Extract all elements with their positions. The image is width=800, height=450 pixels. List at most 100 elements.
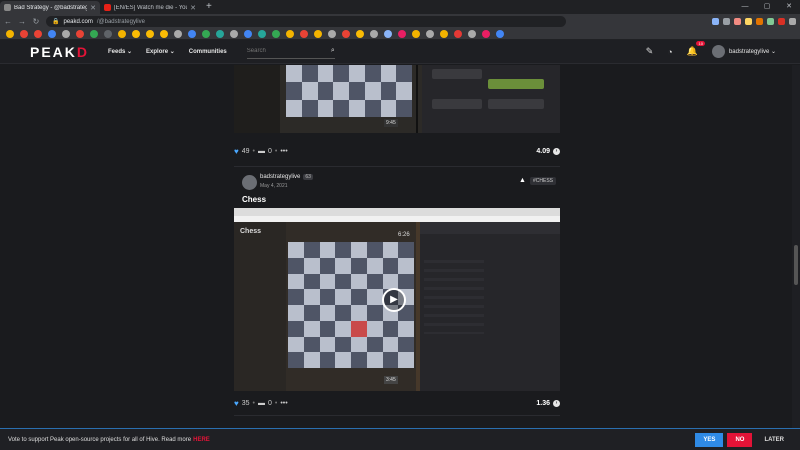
bookmark-icon[interactable]: [62, 30, 70, 38]
search-input[interactable]: [246, 48, 323, 54]
post-title[interactable]: Chess: [242, 195, 266, 204]
no-button[interactable]: NO: [727, 432, 753, 447]
panel-tabs: [420, 222, 560, 234]
close-window-button[interactable]: ✕: [778, 0, 800, 14]
comment-icon[interactable]: ▬: [258, 148, 265, 155]
extension-icon[interactable]: [734, 18, 741, 25]
search-icon[interactable]: ⌕: [331, 47, 335, 55]
bookmark-icon[interactable]: [286, 30, 294, 38]
bookmark-icon[interactable]: [188, 30, 196, 38]
bookmark-icon[interactable]: [34, 30, 42, 38]
separator: •: [274, 399, 278, 407]
bookmark-icon[interactable]: [300, 30, 308, 38]
payout[interactable]: 1.36 ›: [536, 399, 560, 407]
more-options-icon[interactable]: •••: [280, 400, 287, 407]
username: badstrategylive ⌄: [728, 49, 776, 55]
vote-count[interactable]: 49: [242, 148, 250, 155]
later-button[interactable]: LATER: [756, 433, 792, 447]
heart-icon[interactable]: ♥: [234, 147, 239, 156]
bookmark-icon[interactable]: [398, 30, 406, 38]
extension-icon[interactable]: [712, 18, 719, 25]
bookmark-icon[interactable]: [48, 30, 56, 38]
url-input[interactable]: 🔒 peakd.com/@badstrategylive: [46, 16, 566, 27]
bookmark-icon[interactable]: [496, 30, 504, 38]
bookmark-icon[interactable]: [216, 30, 224, 38]
bookmark-icon[interactable]: [132, 30, 140, 38]
profile-icon[interactable]: [789, 18, 796, 25]
nav-explore[interactable]: Explore ⌄: [146, 48, 175, 55]
post-tag[interactable]: #CHESS: [530, 177, 557, 185]
bookmark-icon[interactable]: [328, 30, 336, 38]
bookmark-icon[interactable]: [104, 30, 112, 38]
play-icon[interactable]: ▶: [382, 288, 406, 312]
bookmark-icon[interactable]: [426, 30, 434, 38]
minimize-button[interactable]: —: [734, 0, 756, 14]
extension-icon[interactable]: [723, 18, 730, 25]
panel-button: [432, 99, 482, 109]
bookmark-icon[interactable]: [314, 30, 322, 38]
board-square: [398, 336, 414, 353]
browser-tab[interactable]: [EN/ES] Watch me die - YouTube ✕: [100, 1, 200, 14]
bookmark-icon[interactable]: [384, 30, 392, 38]
bookmark-icon[interactable]: [356, 30, 364, 38]
bookmark-icon[interactable]: [160, 30, 168, 38]
url-host: peakd.com: [63, 18, 93, 25]
bookmark-icon[interactable]: [76, 30, 84, 38]
back-button[interactable]: ←: [4, 17, 12, 26]
bookmark-icon[interactable]: [90, 30, 98, 38]
payout[interactable]: 4.09 ›: [536, 147, 560, 155]
user-menu[interactable]: badstrategylive ⌄: [711, 45, 776, 58]
bookmark-icon[interactable]: [202, 30, 210, 38]
peakd-logo[interactable]: PEAKD: [30, 44, 108, 60]
bookmark-icon[interactable]: [440, 30, 448, 38]
extension-icon[interactable]: [767, 18, 774, 25]
yes-button[interactable]: YES: [695, 432, 724, 447]
read-more-link[interactable]: HERE: [193, 437, 210, 443]
heart-icon[interactable]: ♥: [234, 399, 239, 408]
extension-icon[interactable]: [778, 18, 785, 25]
bookmark-icon[interactable]: [482, 30, 490, 38]
chat-icon[interactable]: ◔: [667, 47, 672, 57]
bookmark-icon[interactable]: [342, 30, 350, 38]
close-tab-icon[interactable]: ✕: [190, 4, 196, 12]
board-square: [366, 336, 383, 353]
post-author[interactable]: badstrategylive63: [260, 174, 313, 180]
bookmark-icon[interactable]: [6, 30, 14, 38]
bookmark-icon[interactable]: [370, 30, 378, 38]
bookmark-icon[interactable]: [258, 30, 266, 38]
close-tab-icon[interactable]: ✕: [90, 4, 96, 12]
pencil-icon[interactable]: ✎: [646, 46, 654, 57]
reload-button[interactable]: ↻: [32, 17, 40, 26]
nav-feeds[interactable]: Feeds ⌄: [108, 48, 132, 55]
browser-tab-active[interactable]: Bad Strategy - @badstrategylive ✕: [0, 1, 100, 14]
bookmark-icon[interactable]: [118, 30, 126, 38]
comment-icon[interactable]: ▬: [258, 400, 265, 407]
extension-icon[interactable]: [756, 18, 763, 25]
post-thumbnail[interactable]: 9:45: [234, 65, 560, 133]
bookmark-icon[interactable]: [174, 30, 182, 38]
new-tab-button[interactable]: +: [200, 1, 218, 14]
community-icon[interactable]: ▲: [519, 177, 526, 184]
bookmark-icon[interactable]: [272, 30, 280, 38]
bookmark-icon[interactable]: [412, 30, 420, 38]
forward-button[interactable]: →: [18, 17, 26, 26]
bell-icon[interactable]: 🔔 10: [687, 41, 705, 57]
bookmark-icon[interactable]: [468, 30, 476, 38]
nav-communities[interactable]: Communities: [189, 49, 227, 55]
browser-tab-strip: Bad Strategy - @badstrategylive ✕ [EN/ES…: [0, 0, 800, 14]
bookmark-icon[interactable]: [146, 30, 154, 38]
post-thumbnail[interactable]: Chess 6:26 ▶ 3:45: [234, 208, 560, 391]
bookmark-icon[interactable]: [20, 30, 28, 38]
author-avatar[interactable]: [242, 175, 257, 190]
post-divider: [234, 415, 560, 416]
separator: •: [252, 399, 255, 407]
star-icon[interactable]: [745, 18, 752, 25]
scrollbar-thumb[interactable]: [794, 245, 798, 285]
bookmark-icon[interactable]: [244, 30, 252, 38]
vote-count[interactable]: 35: [242, 400, 250, 407]
bookmark-icon[interactable]: [230, 30, 238, 38]
maximize-button[interactable]: ▢: [756, 0, 778, 14]
page-scrollbar[interactable]: [792, 65, 800, 428]
bookmark-icon[interactable]: [454, 30, 462, 38]
more-options-icon[interactable]: •••: [280, 148, 287, 155]
